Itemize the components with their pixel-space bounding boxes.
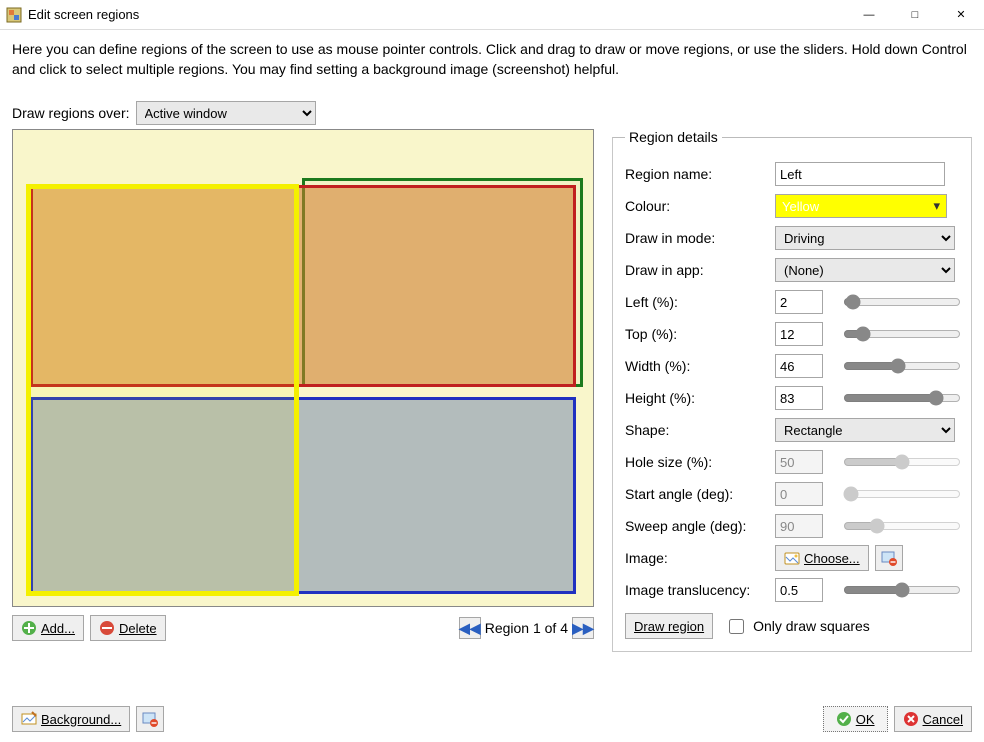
hole-slider xyxy=(843,452,961,472)
height-input[interactable] xyxy=(775,386,823,410)
draw-region-label: Draw region xyxy=(634,619,704,634)
app-label: Draw in app: xyxy=(625,262,775,278)
region-details-group: Region details Region name: Colour: Yell… xyxy=(612,129,972,652)
draw-over-label: Draw regions over: xyxy=(12,105,130,121)
next-region-button[interactable]: ▶▶ xyxy=(572,617,594,639)
add-icon xyxy=(21,620,37,636)
ok-icon xyxy=(836,711,852,727)
background-icon xyxy=(21,711,37,727)
translucency-slider[interactable] xyxy=(843,580,961,600)
delete-button-label: Delete xyxy=(119,621,157,636)
prev-region-button[interactable]: ◀◀ xyxy=(459,617,481,639)
startangle-label: Start angle (deg): xyxy=(625,486,775,502)
height-slider[interactable] xyxy=(843,388,961,408)
sweepangle-slider xyxy=(843,516,961,536)
region-name-label: Region name: xyxy=(625,166,775,182)
app-icon xyxy=(6,7,22,23)
clear-image-icon xyxy=(881,550,897,566)
colour-select[interactable]: Yellow xyxy=(775,194,947,218)
regions-canvas[interactable] xyxy=(12,129,594,607)
pager-text: Region 1 of 4 xyxy=(485,620,568,636)
sweepangle-label: Sweep angle (deg): xyxy=(625,518,775,534)
only-squares-checkbox[interactable]: Only draw squares xyxy=(725,616,870,637)
choose-image-button[interactable]: Choose... xyxy=(775,545,869,571)
region-details-legend: Region details xyxy=(625,129,722,145)
clear-image-button[interactable] xyxy=(875,545,903,571)
window-title: Edit screen regions xyxy=(28,7,139,22)
left-label: Left (%): xyxy=(625,294,775,310)
cancel-button-label: Cancel xyxy=(923,712,963,727)
width-label: Width (%): xyxy=(625,358,775,374)
translucency-label: Image translucency: xyxy=(625,582,775,598)
clear-background-icon xyxy=(142,711,158,727)
add-button-label: Add... xyxy=(41,621,75,636)
cancel-icon xyxy=(903,711,919,727)
choose-image-label: Choose... xyxy=(804,551,860,566)
colour-label: Colour: xyxy=(625,198,775,214)
width-input[interactable] xyxy=(775,354,823,378)
top-label: Top (%): xyxy=(625,326,775,342)
ok-button[interactable]: OK xyxy=(823,706,888,732)
ok-button-label: OK xyxy=(856,712,875,727)
hole-input xyxy=(775,450,823,474)
startangle-input xyxy=(775,482,823,506)
draw-over-select[interactable]: Active window xyxy=(136,101,316,125)
startangle-slider xyxy=(843,484,961,504)
mode-label: Draw in mode: xyxy=(625,230,775,246)
delete-button[interactable]: Delete xyxy=(90,615,166,641)
image-label: Image: xyxy=(625,550,775,566)
left-input[interactable] xyxy=(775,290,823,314)
width-slider[interactable] xyxy=(843,356,961,376)
delete-icon xyxy=(99,620,115,636)
app-select[interactable]: (None) xyxy=(775,258,955,282)
clear-background-button[interactable] xyxy=(136,706,164,732)
instructions-text: Here you can define regions of the scree… xyxy=(12,40,972,79)
left-slider[interactable] xyxy=(843,292,961,312)
height-label: Height (%): xyxy=(625,390,775,406)
top-input[interactable] xyxy=(775,322,823,346)
colour-value: Yellow xyxy=(782,199,819,214)
translucency-input[interactable] xyxy=(775,578,823,602)
top-slider[interactable] xyxy=(843,324,961,344)
maximize-button[interactable]: □ xyxy=(892,0,938,30)
add-button[interactable]: Add... xyxy=(12,615,84,641)
draw-region-button[interactable]: Draw region xyxy=(625,613,713,639)
background-button-label: Background... xyxy=(41,712,121,727)
only-squares-label: Only draw squares xyxy=(753,618,870,634)
titlebar: Edit screen regions — □ ✕ xyxy=(0,0,984,30)
mode-select[interactable]: Driving xyxy=(775,226,955,250)
region-name-input[interactable] xyxy=(775,162,945,186)
only-squares-input[interactable] xyxy=(729,619,744,634)
browse-icon xyxy=(784,550,800,566)
cancel-button[interactable]: Cancel xyxy=(894,706,972,732)
close-button[interactable]: ✕ xyxy=(938,0,984,30)
shape-select[interactable]: Rectangle xyxy=(775,418,955,442)
background-button[interactable]: Background... xyxy=(12,706,130,732)
hole-label: Hole size (%): xyxy=(625,454,775,470)
region-rect-yellow[interactable] xyxy=(26,184,299,596)
minimize-button[interactable]: — xyxy=(846,0,892,30)
sweepangle-input xyxy=(775,514,823,538)
shape-label: Shape: xyxy=(625,422,775,438)
